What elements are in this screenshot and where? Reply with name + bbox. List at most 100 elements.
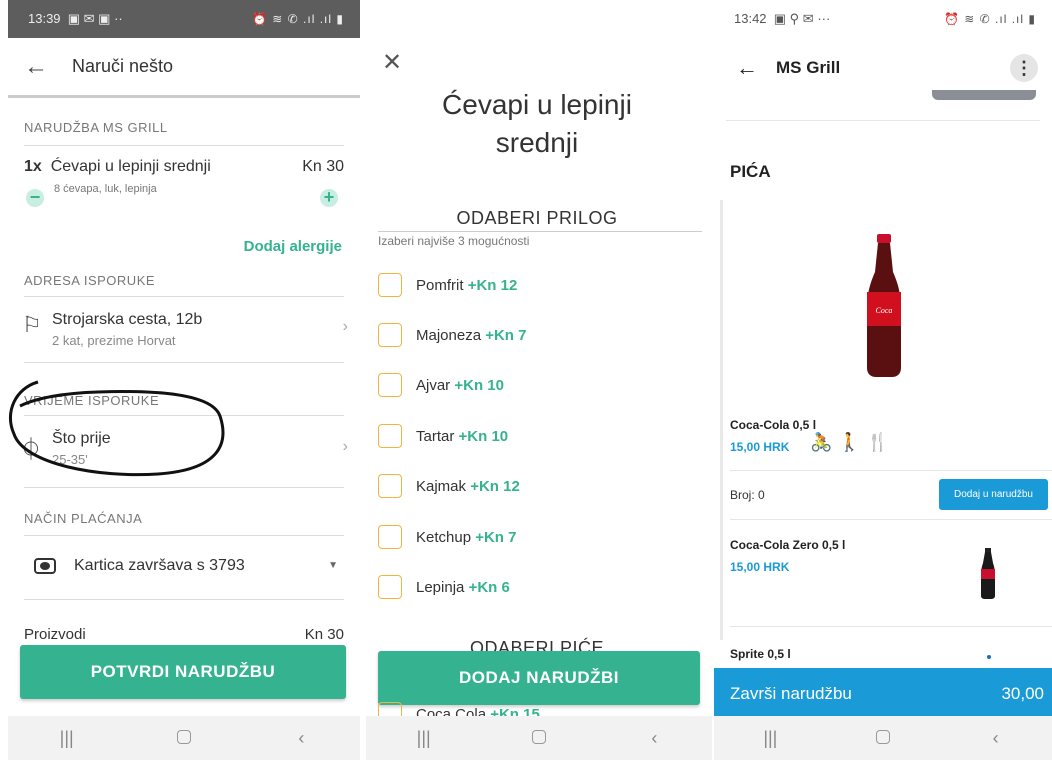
checkbox[interactable]	[378, 474, 402, 498]
option-price: +Kn 10	[458, 427, 509, 445]
finish-order-label[interactable]: Završi narudžbu	[730, 684, 852, 704]
side-dish-section-title: ODABERI PRILOG	[456, 208, 618, 228]
order-amount: 30,00	[1001, 684, 1044, 703]
payment-method[interactable]: Kartica završava s 3793	[74, 557, 245, 575]
status-icons-left: ▣ ✉ ▣ ··	[67, 11, 123, 26]
option-label: Tartar	[416, 427, 455, 445]
divider	[24, 487, 344, 488]
back-icon[interactable]: ‹	[966, 728, 1026, 749]
home-icon[interactable]	[853, 728, 913, 749]
option-label: Ajvar	[416, 376, 451, 394]
item-options-screen: ✕ Ćevapi u lepinji srednji ODABERI PRILO…	[366, 0, 712, 760]
home-icon[interactable]	[154, 728, 214, 749]
coca-cola-bottle-image: Coca	[867, 234, 901, 377]
option-price: +Kn 12	[470, 477, 520, 495]
divider	[378, 231, 702, 232]
product-name: Coca-Cola 0,5 l	[730, 418, 817, 432]
order-screen: 13:39 ▣ ✉ ▣ ·· ⏰ ≋ ✆ .ıl .ıl ▮ ← Naruči …	[8, 0, 360, 760]
divider	[24, 362, 344, 363]
option-row[interactable]: Ajvar +Kn 10	[378, 373, 504, 397]
checkbox[interactable]	[378, 424, 402, 448]
card-icon	[34, 558, 56, 574]
app-header: ← MS Grill ⋮	[714, 42, 1052, 94]
more-options-icon[interactable]: ⋮	[1010, 54, 1038, 82]
divider	[730, 626, 1052, 627]
recents-icon[interactable]: |||	[394, 728, 454, 749]
confirm-order-button[interactable]: POTVRDI NARUDŽBU	[20, 645, 346, 699]
chevron-right-icon[interactable]: ›	[343, 318, 348, 336]
header-image	[932, 90, 1036, 100]
divider	[726, 120, 1040, 121]
status-icons-right: ⏰ ≋ ✆ .ıl .ıl ▮	[252, 12, 344, 26]
divider	[24, 296, 344, 297]
status-time: 13:42	[734, 11, 767, 26]
flag-icon: ⚐	[22, 312, 42, 337]
recents-icon[interactable]: |||	[740, 728, 800, 749]
option-row[interactable]: Majoneza +Kn 7	[378, 323, 526, 347]
option-price: +Kn 6	[468, 578, 510, 596]
address-line2: 2 kat, prezime Horvat	[52, 333, 176, 348]
decrease-button[interactable]: −	[26, 188, 44, 207]
divider	[730, 470, 1052, 471]
delivery-pickup-dine-icons: 🚴🚶🍴	[810, 432, 896, 452]
status-icons-right: ⏰ ≋ ✆ .ıl .ıl ▮	[944, 12, 1036, 26]
sprite-bottle-image	[987, 655, 991, 659]
product-name: Coca-Cola Zero 0,5 l	[730, 538, 846, 552]
section-hint: Izaberi najviše 3 mogućnosti	[378, 234, 530, 248]
recents-icon[interactable]: |||	[37, 728, 97, 749]
divider	[24, 535, 344, 536]
add-to-order-button[interactable]: Dodaj u narudžbu	[939, 479, 1048, 510]
section-border	[720, 200, 723, 640]
quantity-count: Broj: 0	[730, 488, 765, 502]
hand-drawn-circle-annotation	[8, 380, 225, 477]
close-icon[interactable]: ✕	[382, 48, 402, 77]
option-row[interactable]: Lepinja +Kn 6	[378, 575, 510, 599]
divider	[24, 599, 344, 600]
restaurant-menu-screen: 13:42 ▣ ⚲ ✉ ··· ⏰ ≋ ✆ .ıl .ıl ▮ ← MS Gri…	[714, 0, 1052, 760]
chevron-right-icon[interactable]: ›	[343, 438, 348, 456]
product-name: Sprite 0,5 l	[730, 647, 791, 661]
product-price: 15,00 HRK	[730, 560, 790, 574]
option-label: Ketchup	[416, 528, 472, 546]
option-price: +Kn 7	[475, 528, 517, 546]
home-icon[interactable]	[509, 728, 569, 749]
back-icon[interactable]: ‹	[624, 728, 684, 749]
option-row[interactable]: Pomfrit +Kn 12	[378, 273, 517, 297]
section-title: PIĆA	[730, 162, 771, 181]
item-title: Ćevapi u lepinji srednji	[366, 86, 708, 162]
back-arrow-icon[interactable]: ←	[714, 55, 776, 81]
order-item: 1x Ćevapi u lepinji srednji Kn 30	[24, 158, 344, 176]
checkbox[interactable]	[378, 273, 402, 297]
add-to-order-button[interactable]: DODAJ NARUDŽBI	[378, 651, 700, 705]
item-price: Kn 30	[302, 158, 344, 175]
divider	[730, 519, 1052, 520]
option-row[interactable]: Kajmak +Kn 12	[378, 474, 520, 498]
status-bar: 13:39 ▣ ✉ ▣ ·· ⏰ ≋ ✆ .ıl .ıl ▮	[8, 0, 360, 38]
checkbox[interactable]	[378, 575, 402, 599]
address-line1[interactable]: Strojarska cesta, 12b	[52, 311, 202, 329]
option-row[interactable]: Tartar +Kn 10	[378, 424, 508, 448]
back-icon[interactable]: ‹	[271, 728, 331, 749]
option-label: Majoneza	[416, 326, 482, 344]
checkbox[interactable]	[378, 323, 402, 347]
page-title: Naruči nešto	[72, 56, 174, 76]
item-description: 8 ćevapa, luk, lepinja	[54, 183, 157, 195]
increase-button[interactable]: +	[320, 188, 338, 207]
finish-order-bar[interactable]: Završi narudžbu 30,00	[714, 668, 1052, 720]
products-label: Proizvodi	[24, 626, 86, 643]
add-allergies-link[interactable]: Dodaj alergije	[244, 238, 342, 255]
option-price: +Kn 12	[467, 276, 518, 294]
back-arrow-icon[interactable]: ←	[8, 53, 72, 81]
checkbox[interactable]	[378, 525, 402, 549]
option-label: Lepinja	[416, 578, 465, 596]
option-row[interactable]: Ketchup +Kn 7	[378, 525, 516, 549]
address-section-label: ADRESA ISPORUKE	[24, 273, 156, 288]
page-title: MS Grill	[776, 58, 841, 77]
status-icons-left: ▣ ⚲ ✉ ···	[773, 11, 831, 26]
item-title-line2: srednji	[495, 127, 579, 158]
item-name: Ćevapi u lepinji srednji	[50, 158, 211, 175]
checkbox[interactable]	[378, 373, 402, 397]
status-bar: 13:42 ▣ ⚲ ✉ ··· ⏰ ≋ ✆ .ıl .ıl ▮	[714, 0, 1052, 38]
dropdown-arrow-icon[interactable]: ▼	[328, 560, 338, 571]
system-nav-bar: ||| ‹	[8, 716, 360, 760]
